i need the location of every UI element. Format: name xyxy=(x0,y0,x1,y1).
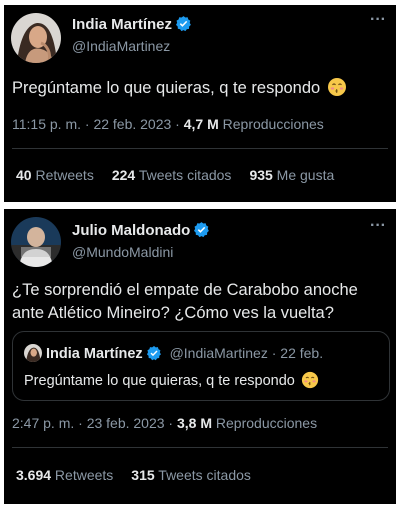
kissing-face-icon xyxy=(327,77,347,104)
views-count: 4,7 M xyxy=(183,116,219,132)
views-label: Reproducciones xyxy=(212,415,318,431)
divider xyxy=(12,148,388,149)
tweet-text: Pregúntame lo que quieras, q te respondo xyxy=(12,77,347,104)
tweet-timestamp[interactable]: 11:15 p. m. · 22 feb. 2023 · xyxy=(12,116,184,132)
quoted-tweet-text: Pregúntame lo que quieras, q te respondo xyxy=(24,371,319,393)
tweet-timestamp[interactable]: 2:47 p. m. · 23 feb. 2023 · xyxy=(12,415,177,431)
tweet-text: ¿Te sorprendió el empate de Carabobo ano… xyxy=(12,281,358,322)
author-handle[interactable]: @IndiaMartinez xyxy=(72,38,170,54)
quoted-tweet[interactable]: India Martínez @IndiaMartinez · 22 feb. … xyxy=(12,331,390,401)
avatar-julio[interactable] xyxy=(11,217,61,267)
tweet-stats: 40 Retweets 224 Tweets citados 935 Me gust… xyxy=(16,167,352,183)
quoted-tweet-header: India Martínez @IndiaMartinez · 22 feb. xyxy=(24,344,323,364)
retweets-stat[interactable]: 40 Retweets xyxy=(16,167,94,183)
quote-tweets-stat[interactable]: 315 Tweets citados xyxy=(131,467,251,483)
quote-tweets-stat[interactable]: 224 Tweets citados xyxy=(112,167,232,183)
avatar-india[interactable] xyxy=(11,13,61,63)
verified-badge-icon xyxy=(146,345,162,364)
tweet-card-julio: Julio Maldonado @MundoMaldini ··· ¿Te so… xyxy=(4,209,396,504)
author-handle[interactable]: @MundoMaldini xyxy=(72,244,173,260)
views-label: Reproducciones xyxy=(218,116,324,132)
verified-badge-icon xyxy=(175,15,192,36)
author-name[interactable]: Julio Maldonado xyxy=(72,221,210,242)
tweet-meta: 2:47 p. m. · 23 feb. 2023 · 3,8 M Reprod… xyxy=(12,415,317,431)
more-options-icon[interactable]: ··· xyxy=(370,217,386,235)
likes-stat[interactable]: 935 Me gusta xyxy=(249,167,334,183)
verified-badge-icon xyxy=(193,221,210,242)
avatar-india-small xyxy=(24,344,42,362)
tweet-card-india: India Martínez @IndiaMartinez ··· Pregún… xyxy=(4,5,396,202)
divider xyxy=(12,447,388,448)
tweet-meta: 11:15 p. m. · 22 feb. 2023 · 4,7 M Repro… xyxy=(12,116,324,132)
kissing-face-icon xyxy=(301,371,319,393)
retweets-stat[interactable]: 3.694 Retweets xyxy=(16,467,113,483)
views-count: 3,8 M xyxy=(177,415,213,431)
tweet-stats: 3.694 Retweets 315 Tweets citados xyxy=(16,467,269,483)
author-name[interactable]: India Martínez xyxy=(72,15,192,36)
more-options-icon[interactable]: ··· xyxy=(370,11,386,29)
